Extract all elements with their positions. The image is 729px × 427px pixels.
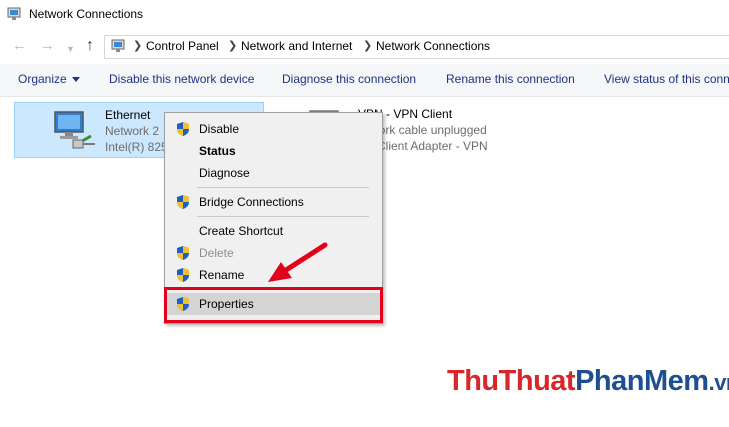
connection-name: Ethernet	[105, 108, 151, 122]
command-bar: Organize Disable this network device Dia…	[0, 64, 729, 97]
watermark-part: Phan	[575, 365, 644, 397]
menu-item-label: Status	[199, 144, 236, 158]
forward-icon[interactable]: →	[40, 38, 55, 54]
breadcrumb-separator-icon[interactable]: ❯	[133, 39, 142, 52]
menu-item-delete: Delete	[167, 242, 380, 264]
organize-label: Organize	[18, 72, 67, 86]
properties-highlight-box	[164, 287, 383, 323]
breadcrumb-network-and-internet[interactable]: Network and Internet	[241, 39, 352, 53]
title-bar: Network Connections	[0, 0, 729, 30]
connection-status: Network 2	[105, 124, 160, 138]
chevron-down-icon	[71, 77, 80, 83]
breadcrumb-control-panel[interactable]: Control Panel	[146, 39, 219, 53]
watermark-part: Thuat	[498, 365, 576, 397]
ethernet-adapter-icon	[54, 111, 95, 149]
menu-item-status[interactable]: Status	[167, 140, 380, 162]
menu-item-label: Delete	[199, 246, 234, 260]
shield-icon	[177, 268, 189, 282]
rename-connection-button[interactable]: Rename this connection	[446, 72, 575, 86]
back-icon[interactable]: ←	[12, 38, 27, 54]
address-bar[interactable]: ❯ Control Panel ❯ Network and Internet ❯…	[104, 35, 729, 59]
menu-item-label: Create Shortcut	[199, 224, 284, 238]
window-title: Network Connections	[29, 7, 144, 21]
shield-icon	[177, 246, 189, 260]
control-panel-icon	[111, 39, 125, 52]
network-connections-icon	[7, 7, 21, 20]
organize-button[interactable]: Organize	[18, 72, 80, 86]
menu-item-bridge-connections[interactable]: Bridge Connections	[167, 191, 380, 213]
menu-item-rename[interactable]: Rename	[167, 264, 380, 286]
shield-icon	[177, 195, 189, 209]
menu-item-label: Rename	[199, 268, 245, 282]
menu-item-label: Disable	[199, 122, 240, 136]
disable-device-button[interactable]: Disable this network device	[109, 72, 254, 86]
watermark-logo: ThuThuatPhanMem.vn	[447, 365, 729, 398]
recent-locations-chevron-icon[interactable]: ▼	[66, 41, 75, 57]
connection-adapter: Client Adapter - VPN	[377, 139, 488, 153]
menu-item-disable[interactable]: Disable	[167, 118, 380, 140]
breadcrumb-network-connections[interactable]: Network Connections	[376, 39, 490, 53]
address-row: ← → ▼ ↑ ❯ Control Panel ❯ Network and In…	[0, 30, 729, 64]
menu-item-diagnose[interactable]: Diagnose	[167, 162, 380, 184]
menu-separator	[197, 216, 369, 217]
shield-icon	[177, 122, 189, 136]
menu-item-create-shortcut[interactable]: Create Shortcut	[167, 220, 380, 242]
watermark-part: .vn	[708, 370, 729, 395]
breadcrumb-separator-icon[interactable]: ❯	[228, 39, 237, 52]
menu-item-label: Bridge Connections	[199, 195, 304, 209]
watermark-part: Mem	[644, 365, 709, 397]
menu-item-label: Diagnose	[199, 166, 250, 180]
up-icon[interactable]: ↑	[86, 38, 94, 54]
breadcrumb-separator-icon[interactable]: ❯	[363, 39, 372, 52]
menu-separator	[197, 187, 369, 188]
connection-adapter: Intel(R) 825	[105, 140, 168, 154]
diagnose-connection-button[interactable]: Diagnose this connection	[282, 72, 416, 86]
connection-status: work cable unplugged	[370, 123, 487, 137]
view-status-button[interactable]: View status of this conn	[604, 72, 729, 86]
watermark-part: Thu	[447, 365, 499, 397]
